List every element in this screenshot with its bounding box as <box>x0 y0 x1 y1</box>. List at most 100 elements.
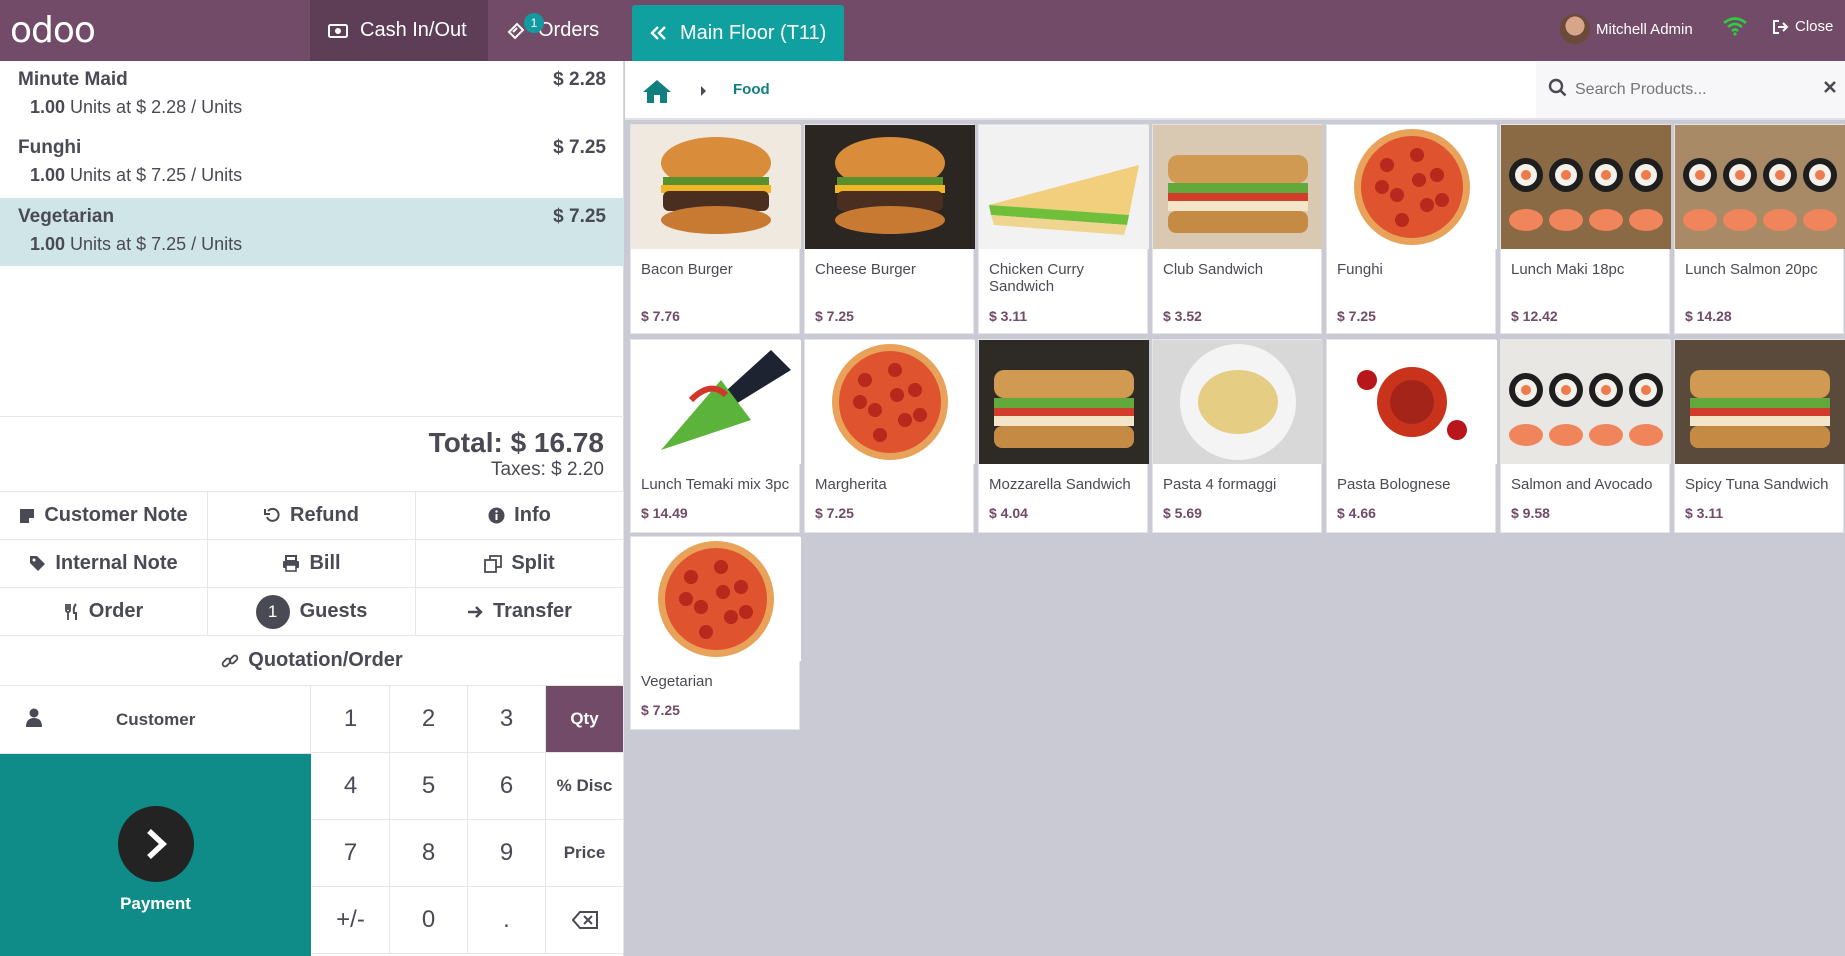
numpad-key-1[interactable]: 1 <box>312 686 390 753</box>
product-price: $ 7.25 <box>815 505 854 521</box>
odoo-logo: odoo <box>10 9 96 51</box>
numpad-key-3[interactable]: 3 <box>468 686 546 753</box>
product-image <box>1675 340 1845 464</box>
product-image <box>1327 340 1497 464</box>
double-chevron-left-icon <box>650 25 668 41</box>
top-navbar: odoo Cash In/Out Orders 1 Main Floor (T1… <box>0 0 1845 61</box>
order-line-price: $ 2.28 <box>553 69 606 90</box>
product-card[interactable]: Spicy Tuna Sandwich $ 3.11 <box>1674 339 1845 533</box>
backspace-button[interactable] <box>546 887 624 954</box>
product-price: $ 3.11 <box>989 308 1028 324</box>
product-price: $ 7.25 <box>815 308 854 324</box>
product-image <box>1153 340 1323 464</box>
orders-label: Orders <box>538 19 600 41</box>
customer-note-label: Customer Note <box>44 504 188 526</box>
product-card[interactable]: Cheese Burger $ 7.25 <box>804 124 975 334</box>
order-line-price: $ 7.25 <box>553 137 606 158</box>
arrow-right-icon <box>467 604 484 620</box>
product-card[interactable]: Salmon and Avocado $ 9.58 <box>1500 339 1671 533</box>
product-image <box>805 125 975 249</box>
product-card[interactable]: Pasta Bolognese $ 4.66 <box>1326 339 1497 533</box>
internal-note-button[interactable]: Internal Note <box>0 540 208 588</box>
customer-note-button[interactable]: Customer Note <box>0 492 208 540</box>
numpad-key-0[interactable]: 0 <box>390 887 468 954</box>
product-card[interactable]: Funghi $ 7.25 <box>1326 124 1497 334</box>
product-card[interactable]: Mozzarella Sandwich $ 4.04 <box>978 339 1149 533</box>
payment-label: Payment <box>120 894 191 913</box>
user-menu[interactable]: Mitchell Admin <box>1560 14 1693 44</box>
breadcrumb-category[interactable]: Food <box>733 81 770 98</box>
order-line-price: $ 7.25 <box>553 206 606 227</box>
product-card[interactable]: Vegetarian $ 7.25 <box>630 536 801 730</box>
order-panel: Minute Maid $ 2.28 1.00 Units at $ 2.28 … <box>0 61 624 956</box>
main-floor-label: Main Floor (T11) <box>680 21 827 44</box>
clear-search-icon[interactable] <box>1823 80 1837 99</box>
transfer-button[interactable]: Transfer <box>416 588 624 636</box>
customer-button[interactable]: Customer <box>0 686 311 754</box>
product-name: Cheese Burger <box>815 261 916 278</box>
payment-button[interactable]: Payment <box>0 754 311 956</box>
close-label: Close <box>1795 18 1834 35</box>
order-line-detail: 1.00 Units at $ 7.25 / Units <box>30 165 243 185</box>
utensils-icon <box>64 602 80 621</box>
transfer-label: Transfer <box>493 600 572 622</box>
product-card[interactable]: Bacon Burger $ 7.76 <box>630 124 801 334</box>
product-image <box>979 340 1149 464</box>
wifi-icon <box>1722 16 1748 41</box>
product-card[interactable]: Chicken Curry Sandwich $ 3.11 <box>978 124 1149 334</box>
user-icon <box>26 708 42 733</box>
product-price: $ 3.11 <box>1685 505 1724 521</box>
guests-label: Guests <box>299 600 368 622</box>
product-image <box>1675 125 1845 249</box>
price-mode-button[interactable]: Price <box>546 820 624 887</box>
close-button[interactable]: Close <box>1772 18 1833 35</box>
numpad-key-plus-minus[interactable]: +/- <box>312 887 390 954</box>
product-card[interactable]: Lunch Salmon 20pc $ 14.28 <box>1674 124 1845 334</box>
product-card[interactable]: Pasta 4 formaggi $ 5.69 <box>1152 339 1323 533</box>
product-price: $ 3.52 <box>1163 308 1202 324</box>
product-name: Pasta Bolognese <box>1337 476 1451 493</box>
product-name: Mozzarella Sandwich <box>989 476 1131 493</box>
guests-button[interactable]: 1 Guests <box>208 588 416 636</box>
breadcrumb: Food <box>625 61 1845 120</box>
product-card[interactable]: Club Sandwich $ 3.52 <box>1152 124 1323 334</box>
numpad-key-5[interactable]: 5 <box>390 753 468 820</box>
product-card[interactable]: Margherita $ 7.25 <box>804 339 975 533</box>
link-icon <box>221 652 239 670</box>
order-line[interactable]: Minute Maid $ 2.28 1.00 Units at $ 2.28 … <box>0 61 624 129</box>
money-icon <box>328 23 348 39</box>
product-card[interactable]: Lunch Temaki mix 3pc $ 14.49 <box>630 339 801 533</box>
search-input[interactable] <box>1575 80 1805 99</box>
print-icon <box>282 555 300 572</box>
tag-icon <box>29 555 46 572</box>
bill-button[interactable]: Bill <box>208 540 416 588</box>
ticket-icon <box>506 21 526 41</box>
info-button[interactable]: Info <box>416 492 624 540</box>
numpad-key-6[interactable]: 6 <box>468 753 546 820</box>
order-line-selected[interactable]: Vegetarian $ 7.25 1.00 Units at $ 7.25 /… <box>0 198 624 266</box>
undo-icon <box>264 507 281 524</box>
numpad-key-4[interactable]: 4 <box>312 753 390 820</box>
home-icon[interactable] <box>642 78 672 109</box>
order-label: Order <box>88 600 144 622</box>
orders-button[interactable]: Orders <box>488 0 628 61</box>
quotation-order-button[interactable]: Quotation/Order <box>0 636 624 686</box>
avatar <box>1560 14 1590 44</box>
numpad-key-2[interactable]: 2 <box>390 686 468 753</box>
product-name: Club Sandwich <box>1163 261 1264 278</box>
numpad-key-9[interactable]: 9 <box>468 820 546 887</box>
order-totals: Total: $ 16.78 Taxes: $ 2.20 <box>0 416 624 492</box>
numpad-key-7[interactable]: 7 <box>312 820 390 887</box>
main-floor-button[interactable]: Main Floor (T11) <box>632 5 844 61</box>
product-card[interactable]: Lunch Maki 18pc $ 12.42 <box>1500 124 1671 334</box>
split-button[interactable]: Split <box>416 540 624 588</box>
bill-label: Bill <box>309 552 341 574</box>
numpad-key-8[interactable]: 8 <box>390 820 468 887</box>
qty-mode-button[interactable]: Qty <box>546 686 624 753</box>
refund-button[interactable]: Refund <box>208 492 416 540</box>
order-line[interactable]: Funghi $ 7.25 1.00 Units at $ 7.25 / Uni… <box>0 129 624 197</box>
order-button[interactable]: Order <box>0 588 208 636</box>
discount-mode-button[interactable]: % Disc <box>546 753 624 820</box>
cash-in-out-button[interactable]: Cash In/Out <box>310 0 488 61</box>
numpad-key-dot[interactable]: . <box>468 887 546 954</box>
